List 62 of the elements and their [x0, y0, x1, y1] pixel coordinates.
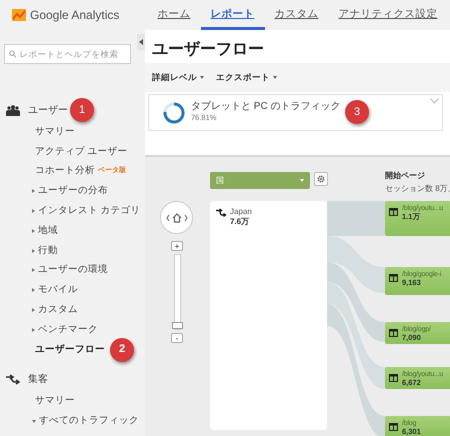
- collapse-button[interactable]: [137, 34, 145, 50]
- arrows-icon: [216, 208, 227, 218]
- search-field[interactable]: レポートとヘルプを検索: [4, 44, 131, 64]
- arrows-icon: [6, 374, 20, 386]
- sidebar-item[interactable]: サマリー: [35, 124, 75, 140]
- sidebar-item[interactable]: インタレスト カテゴリ: [38, 204, 141, 218]
- sidebar-item[interactable]: カスタム: [38, 302, 78, 318]
- home-arrows-icon: [166, 212, 188, 222]
- sidebar-item[interactable]: すべてのトラフィック: [39, 414, 139, 428]
- search-icon: [9, 50, 16, 58]
- page-title: ユーザーフロー: [151, 40, 265, 60]
- nav-tab[interactable]: アナリティクス設定: [328, 0, 448, 30]
- expand-triangle-icon[interactable]: [32, 288, 35, 292]
- sidebar-item[interactable]: 行動: [38, 244, 58, 258]
- source-label: Japan: [230, 206, 252, 218]
- toolbar-dropdown[interactable]: 詳細レベル: [152, 71, 204, 84]
- expand-triangle-icon[interactable]: [32, 268, 35, 272]
- sidebar-item[interactable]: コホート分析: [35, 164, 95, 179]
- zoom-slider[interactable]: [174, 254, 181, 330]
- sidebar-item[interactable]: ユーザーの分布: [38, 184, 108, 198]
- nav-tab[interactable]: カスタム: [264, 0, 328, 30]
- collapse-arrow-icon: [139, 38, 143, 45]
- section-header[interactable]: ユーザー: [28, 102, 68, 118]
- sidebar-item[interactable]: サマリー: [35, 394, 75, 409]
- sidebar-item[interactable]: アクティブ ユーザー: [35, 144, 128, 159]
- expand-triangle-icon[interactable]: [32, 328, 35, 332]
- zoom-in-button[interactable]: +: [171, 241, 183, 251]
- sidebar-item[interactable]: ベンチマーク: [38, 322, 98, 337]
- page-icon: [389, 374, 398, 382]
- analytics-logo-icon: [12, 9, 26, 21]
- page-icon: [389, 208, 398, 216]
- column-header: 開始ページ: [385, 170, 425, 182]
- expand-triangle-icon[interactable]: [32, 228, 35, 233]
- segment-name: タブレットと PC のトラフィック: [191, 101, 340, 112]
- sidebar-item[interactable]: ユーザーの環境: [38, 263, 108, 278]
- users-icon: [6, 104, 20, 116]
- source-node[interactable]: Japan 7.6万: [210, 201, 327, 430]
- toolbar-dropdown[interactable]: エクスポート: [216, 71, 277, 84]
- number-badge: 3: [345, 100, 369, 124]
- collapse-triangle-icon[interactable]: [32, 420, 36, 423]
- number-badge: 2: [110, 338, 134, 362]
- sidebar-item[interactable]: ユーザーフロー: [35, 342, 105, 357]
- sidebar-item[interactable]: 地域: [38, 224, 58, 238]
- slider-thumb[interactable]: [172, 322, 183, 330]
- section-header[interactable]: 集客: [28, 372, 48, 388]
- expand-triangle-icon[interactable]: [32, 189, 35, 194]
- expand-triangle-icon[interactable]: [32, 248, 35, 253]
- app-name: Google Analytics: [30, 7, 120, 24]
- source-value: 7.6万: [230, 216, 250, 228]
- home-navigation-button[interactable]: [160, 201, 193, 234]
- settings-button[interactable]: [314, 172, 328, 186]
- page-icon: [389, 423, 398, 431]
- zoom-out-button[interactable]: -: [171, 333, 183, 343]
- page-icon: [389, 274, 398, 282]
- number-badge: 1: [70, 98, 94, 122]
- column-subheader: セッション数 8万、: [385, 183, 450, 195]
- gear-icon: [317, 175, 325, 183]
- sidebar-item[interactable]: モバイル: [38, 283, 78, 298]
- nav-tab[interactable]: ホーム: [148, 0, 200, 30]
- page-icon: [389, 329, 398, 337]
- expand-triangle-icon[interactable]: [32, 308, 35, 312]
- expand-triangle-icon[interactable]: [32, 209, 35, 214]
